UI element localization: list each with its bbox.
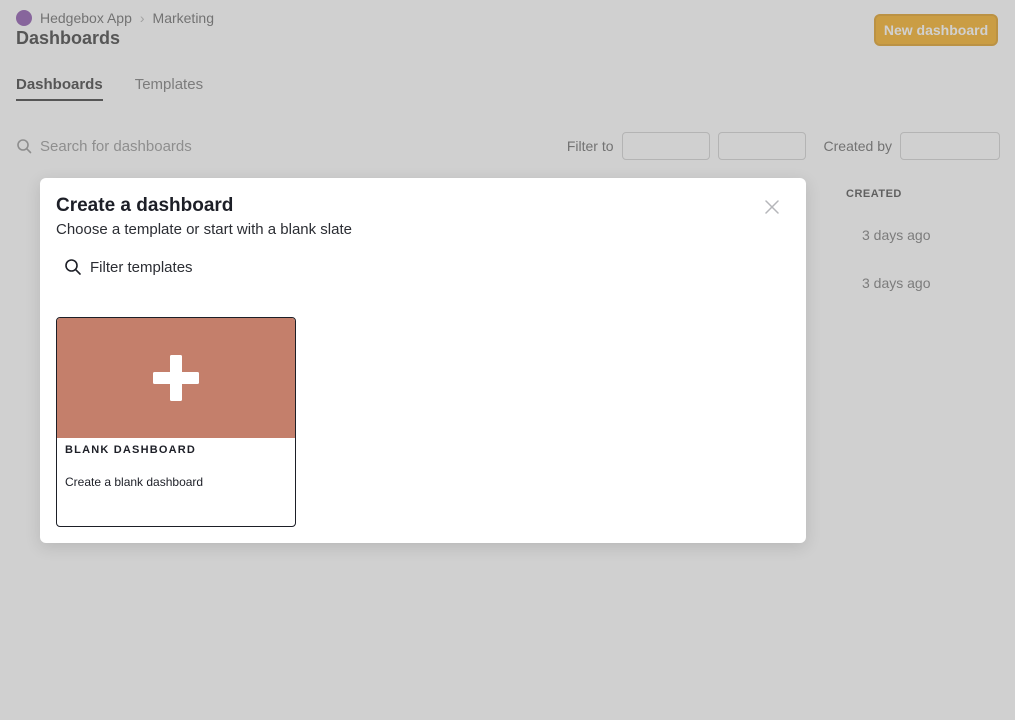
modal-subtitle: Choose a template or start with a blank … (56, 221, 352, 238)
modal-title: Create a dashboard (56, 195, 234, 216)
plus-icon (153, 355, 199, 401)
close-button[interactable] (762, 197, 782, 217)
create-dashboard-modal: Create a dashboard Choose a template or … (40, 178, 806, 543)
template-card-blank-dashboard[interactable]: BLANK DASHBOARD Create a blank dashboard (56, 317, 296, 527)
search-icon (65, 259, 81, 275)
template-filter (56, 252, 456, 282)
template-description: Create a blank dashboard (65, 475, 204, 489)
template-thumbnail (57, 318, 295, 438)
template-filter-input[interactable] (90, 258, 430, 276)
template-name: BLANK DASHBOARD (65, 444, 197, 456)
close-icon (765, 200, 779, 214)
